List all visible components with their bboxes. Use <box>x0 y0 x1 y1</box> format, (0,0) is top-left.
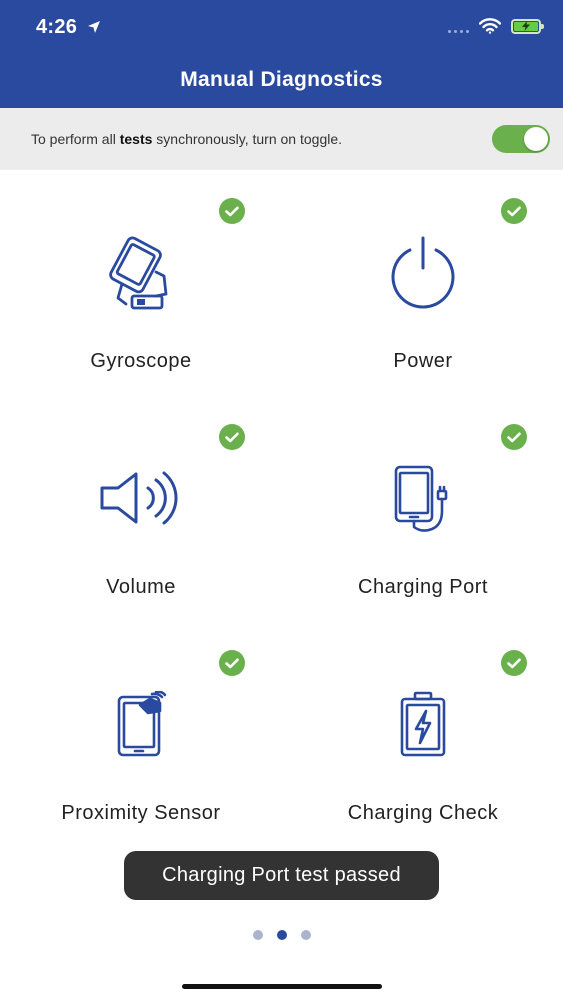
passed-check-icon <box>219 424 245 450</box>
passed-check-icon <box>219 198 245 224</box>
sync-instruction-emphasis: tests <box>119 131 153 147</box>
sync-all-toggle[interactable] <box>492 125 550 153</box>
cellular-signal-icon <box>448 19 469 33</box>
wifi-icon <box>479 18 501 34</box>
battery-charging-icon <box>282 682 563 766</box>
test-label: Gyroscope <box>90 350 192 372</box>
page-indicator <box>0 930 563 940</box>
passed-check-icon <box>501 424 527 450</box>
proximity-sensor-icon <box>0 682 282 766</box>
toast-message: Charging Port test passed <box>124 851 439 900</box>
status-time-text: 4:26 <box>36 16 78 38</box>
page-dot-active[interactable] <box>276 930 287 940</box>
passed-check-icon <box>501 650 527 676</box>
speaker-volume-icon <box>0 456 282 540</box>
sync-toggle-bar: To perform all tests synchronously, turn… <box>0 108 563 170</box>
test-label: Charging Check <box>347 802 499 824</box>
test-label: Power <box>393 350 453 372</box>
test-label: Volume <box>106 576 176 598</box>
battery-charging-icon <box>511 18 544 34</box>
test-tile-gyroscope[interactable]: Gyroscope <box>0 172 282 398</box>
test-label: Charging Port <box>358 576 488 598</box>
phone-charger-cable-icon <box>282 456 563 540</box>
test-tile-charging-port[interactable]: Charging Port <box>282 398 563 624</box>
home-indicator[interactable] <box>182 984 382 989</box>
test-tile-charging-check[interactable]: Charging Check <box>282 624 563 850</box>
page-dot[interactable] <box>300 930 311 940</box>
status-indicators <box>448 18 544 34</box>
toggle-knob <box>524 127 548 151</box>
passed-check-icon <box>219 650 245 676</box>
passed-check-icon <box>501 198 527 224</box>
test-tile-power[interactable]: Power <box>282 172 563 398</box>
page-dot[interactable] <box>252 930 263 940</box>
location-arrow-icon <box>88 21 101 33</box>
test-label: Proximity Sensor <box>61 802 221 824</box>
power-icon <box>282 230 563 314</box>
test-tile-volume[interactable]: Volume <box>0 398 282 624</box>
page-title: Manual Diagnostics <box>180 68 383 91</box>
test-tile-proximity-sensor[interactable]: Proximity Sensor <box>0 624 282 850</box>
gyroscope-icon <box>0 230 282 314</box>
app-header: 4:26 Manual Diagnostics <box>0 0 563 108</box>
status-time: 4:26 <box>36 16 101 39</box>
sync-instruction-text: To perform all tests synchronously, turn… <box>31 131 343 147</box>
